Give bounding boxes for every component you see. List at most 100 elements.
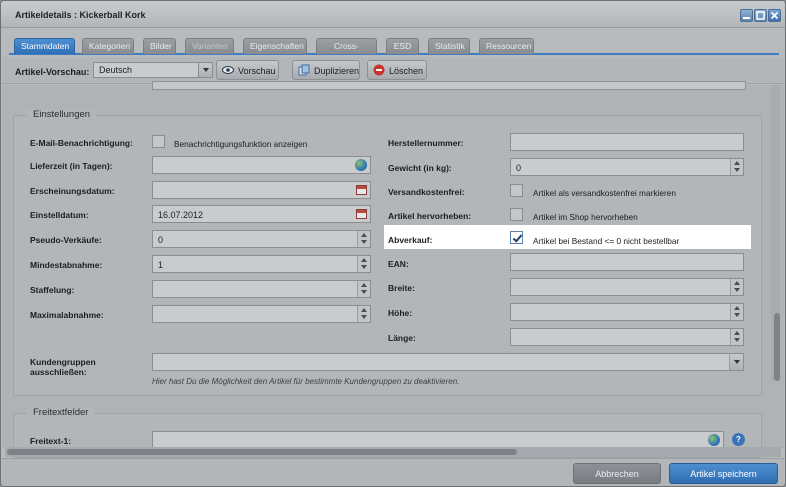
manufacturer-number-field[interactable] — [510, 133, 744, 151]
number-spinner[interactable] — [730, 304, 743, 320]
max-purchase-field[interactable] — [152, 305, 371, 323]
shipping-free-checkbox[interactable] — [510, 184, 523, 197]
chevron-down-icon[interactable] — [198, 63, 212, 77]
email-notification-text: Benachrichtigungsfunktion anzeigen — [174, 139, 308, 149]
horizontal-scrollbar-thumb[interactable] — [7, 449, 517, 455]
max-purchase-label: Maximalabnahme: — [30, 310, 104, 320]
language-select[interactable]: Deutsch — [93, 62, 213, 78]
eye-icon — [222, 66, 234, 74]
tab-strip: Stammdaten Kategorien Bilder Varianten E… — [9, 35, 779, 66]
weight-value: 0 — [516, 163, 522, 173]
article-details-window: Artikeldetails : Kickerball Kork Stammda… — [0, 0, 786, 487]
title-bar[interactable]: Artikeldetails : Kickerball Kork — [1, 1, 785, 28]
duplicate-icon — [298, 64, 310, 76]
tab-varianten[interactable]: Varianten — [185, 38, 234, 54]
clearance-checkbox[interactable] — [510, 231, 523, 244]
vertical-scrollbar-thumb[interactable] — [774, 313, 780, 381]
chevron-down-icon[interactable] — [729, 354, 743, 370]
tab-ressourcen[interactable]: Ressourcen — [479, 38, 534, 54]
tab-eigenschaften[interactable]: Eigenschaften — [243, 38, 307, 54]
footer-bar: Abbrechen Artikel speichern — [2, 458, 784, 486]
save-article-button[interactable]: Artikel speichern — [669, 463, 778, 484]
release-date-label: Erscheinungsdatum: — [30, 186, 115, 196]
freetext-legend: Freitextfelder — [27, 407, 95, 418]
help-icon[interactable]: ? — [732, 433, 745, 446]
length-label: Länge: — [388, 333, 416, 343]
tab-stammdaten[interactable]: Stammdaten — [14, 38, 75, 54]
freetext1-label: Freitext-1: — [30, 436, 72, 446]
pseudo-sales-field[interactable]: 0 — [152, 230, 371, 248]
customer-groups-select[interactable] — [152, 353, 744, 371]
preview-button-label: Vorschau — [238, 66, 276, 76]
ean-label: EAN: — [388, 259, 409, 269]
length-field[interactable] — [510, 328, 744, 346]
customer-groups-label-line1: Kundengruppen — [30, 357, 96, 367]
tab-cross-selling[interactable]: Cross-Selling — [316, 38, 377, 66]
number-spinner[interactable] — [357, 281, 370, 297]
delete-button[interactable]: Löschen — [367, 60, 427, 80]
email-notification-label: E-Mail-Benachrichtigung: — [30, 138, 133, 148]
settings-legend: Einstellungen — [27, 109, 97, 120]
weight-label: Gewicht (in kg): — [388, 163, 452, 173]
graduation-label: Staffelung: — [30, 285, 75, 295]
minimize-icon — [743, 17, 750, 19]
toolbar: Artikel-Vorschau: Deutsch Vorschau Dupli… — [2, 57, 784, 84]
email-notification-checkbox[interactable] — [152, 135, 165, 148]
tab-kategorien[interactable]: Kategorien — [82, 38, 134, 54]
content-area[interactable]: Einstellungen E-Mail-Benachrichtigung: B… — [2, 81, 784, 458]
number-spinner[interactable] — [730, 329, 743, 345]
height-field[interactable] — [510, 303, 744, 321]
number-spinner[interactable] — [357, 306, 370, 322]
min-purchase-field[interactable]: 1 — [152, 255, 371, 273]
number-spinner[interactable] — [730, 159, 743, 175]
height-label: Höhe: — [388, 308, 413, 318]
calendar-icon[interactable] — [356, 185, 367, 195]
min-purchase-label: Mindestabnahme: — [30, 260, 103, 270]
minimize-button[interactable] — [740, 9, 753, 22]
graduation-field[interactable] — [152, 280, 371, 298]
width-field[interactable] — [510, 278, 744, 296]
duplicate-button-label: Duplizieren — [314, 66, 360, 76]
delivery-time-label: Lieferzeit (in Tagen): — [30, 161, 113, 171]
language-value: Deutsch — [99, 65, 133, 75]
close-icon — [770, 11, 779, 20]
number-spinner[interactable] — [730, 279, 743, 295]
tab-esd[interactable]: ESD — [386, 38, 419, 54]
globe-icon[interactable] — [708, 434, 720, 446]
delivery-time-field[interactable] — [152, 156, 371, 174]
shipping-free-label: Versandkostenfrei: — [388, 187, 465, 197]
added-date-field[interactable]: 16.07.2012 — [152, 205, 371, 223]
added-date-value: 16.07.2012 — [158, 210, 204, 220]
preview-label: Artikel-Vorschau: — [15, 67, 90, 77]
calendar-icon[interactable] — [356, 209, 367, 219]
highlight-article-label: Artikel hervorheben: — [388, 211, 472, 221]
pseudo-sales-label: Pseudo-Verkäufe: — [30, 235, 102, 245]
ean-field[interactable] — [510, 253, 744, 271]
added-date-label: Einstelldatum: — [30, 210, 89, 220]
pseudo-sales-value: 0 — [158, 235, 164, 245]
weight-field[interactable]: 0 — [510, 158, 744, 176]
shipping-free-text: Artikel als versandkostenfrei markieren — [533, 188, 676, 198]
manufacturer-number-label: Herstellernummer: — [388, 138, 464, 148]
globe-icon[interactable] — [355, 159, 367, 171]
number-spinner[interactable] — [357, 256, 370, 272]
delete-icon — [373, 64, 385, 76]
width-label: Breite: — [388, 283, 415, 293]
maximize-button[interactable] — [754, 9, 767, 22]
customer-groups-label-line2: ausschließen: — [30, 367, 87, 377]
highlight-article-text: Artikel im Shop hervorheben — [533, 212, 638, 222]
cancel-button[interactable]: Abbrechen — [573, 463, 661, 484]
tab-bilder[interactable]: Bilder — [143, 38, 176, 54]
highlight-article-checkbox[interactable] — [510, 208, 523, 221]
preview-button[interactable]: Vorschau — [216, 60, 279, 80]
close-button[interactable] — [768, 9, 781, 22]
number-spinner[interactable] — [357, 231, 370, 247]
previous-field[interactable] — [152, 81, 746, 90]
tab-statistik[interactable]: Statistik — [428, 38, 470, 54]
customer-groups-hint: Hier hast Du die Möglichkeit den Artikel… — [152, 377, 460, 386]
min-purchase-value: 1 — [158, 260, 164, 270]
duplicate-button[interactable]: Duplizieren — [292, 60, 360, 80]
release-date-field[interactable] — [152, 181, 371, 199]
window-title: Artikeldetails : Kickerball Kork — [15, 10, 146, 20]
clearance-label: Abverkauf: — [388, 235, 433, 245]
